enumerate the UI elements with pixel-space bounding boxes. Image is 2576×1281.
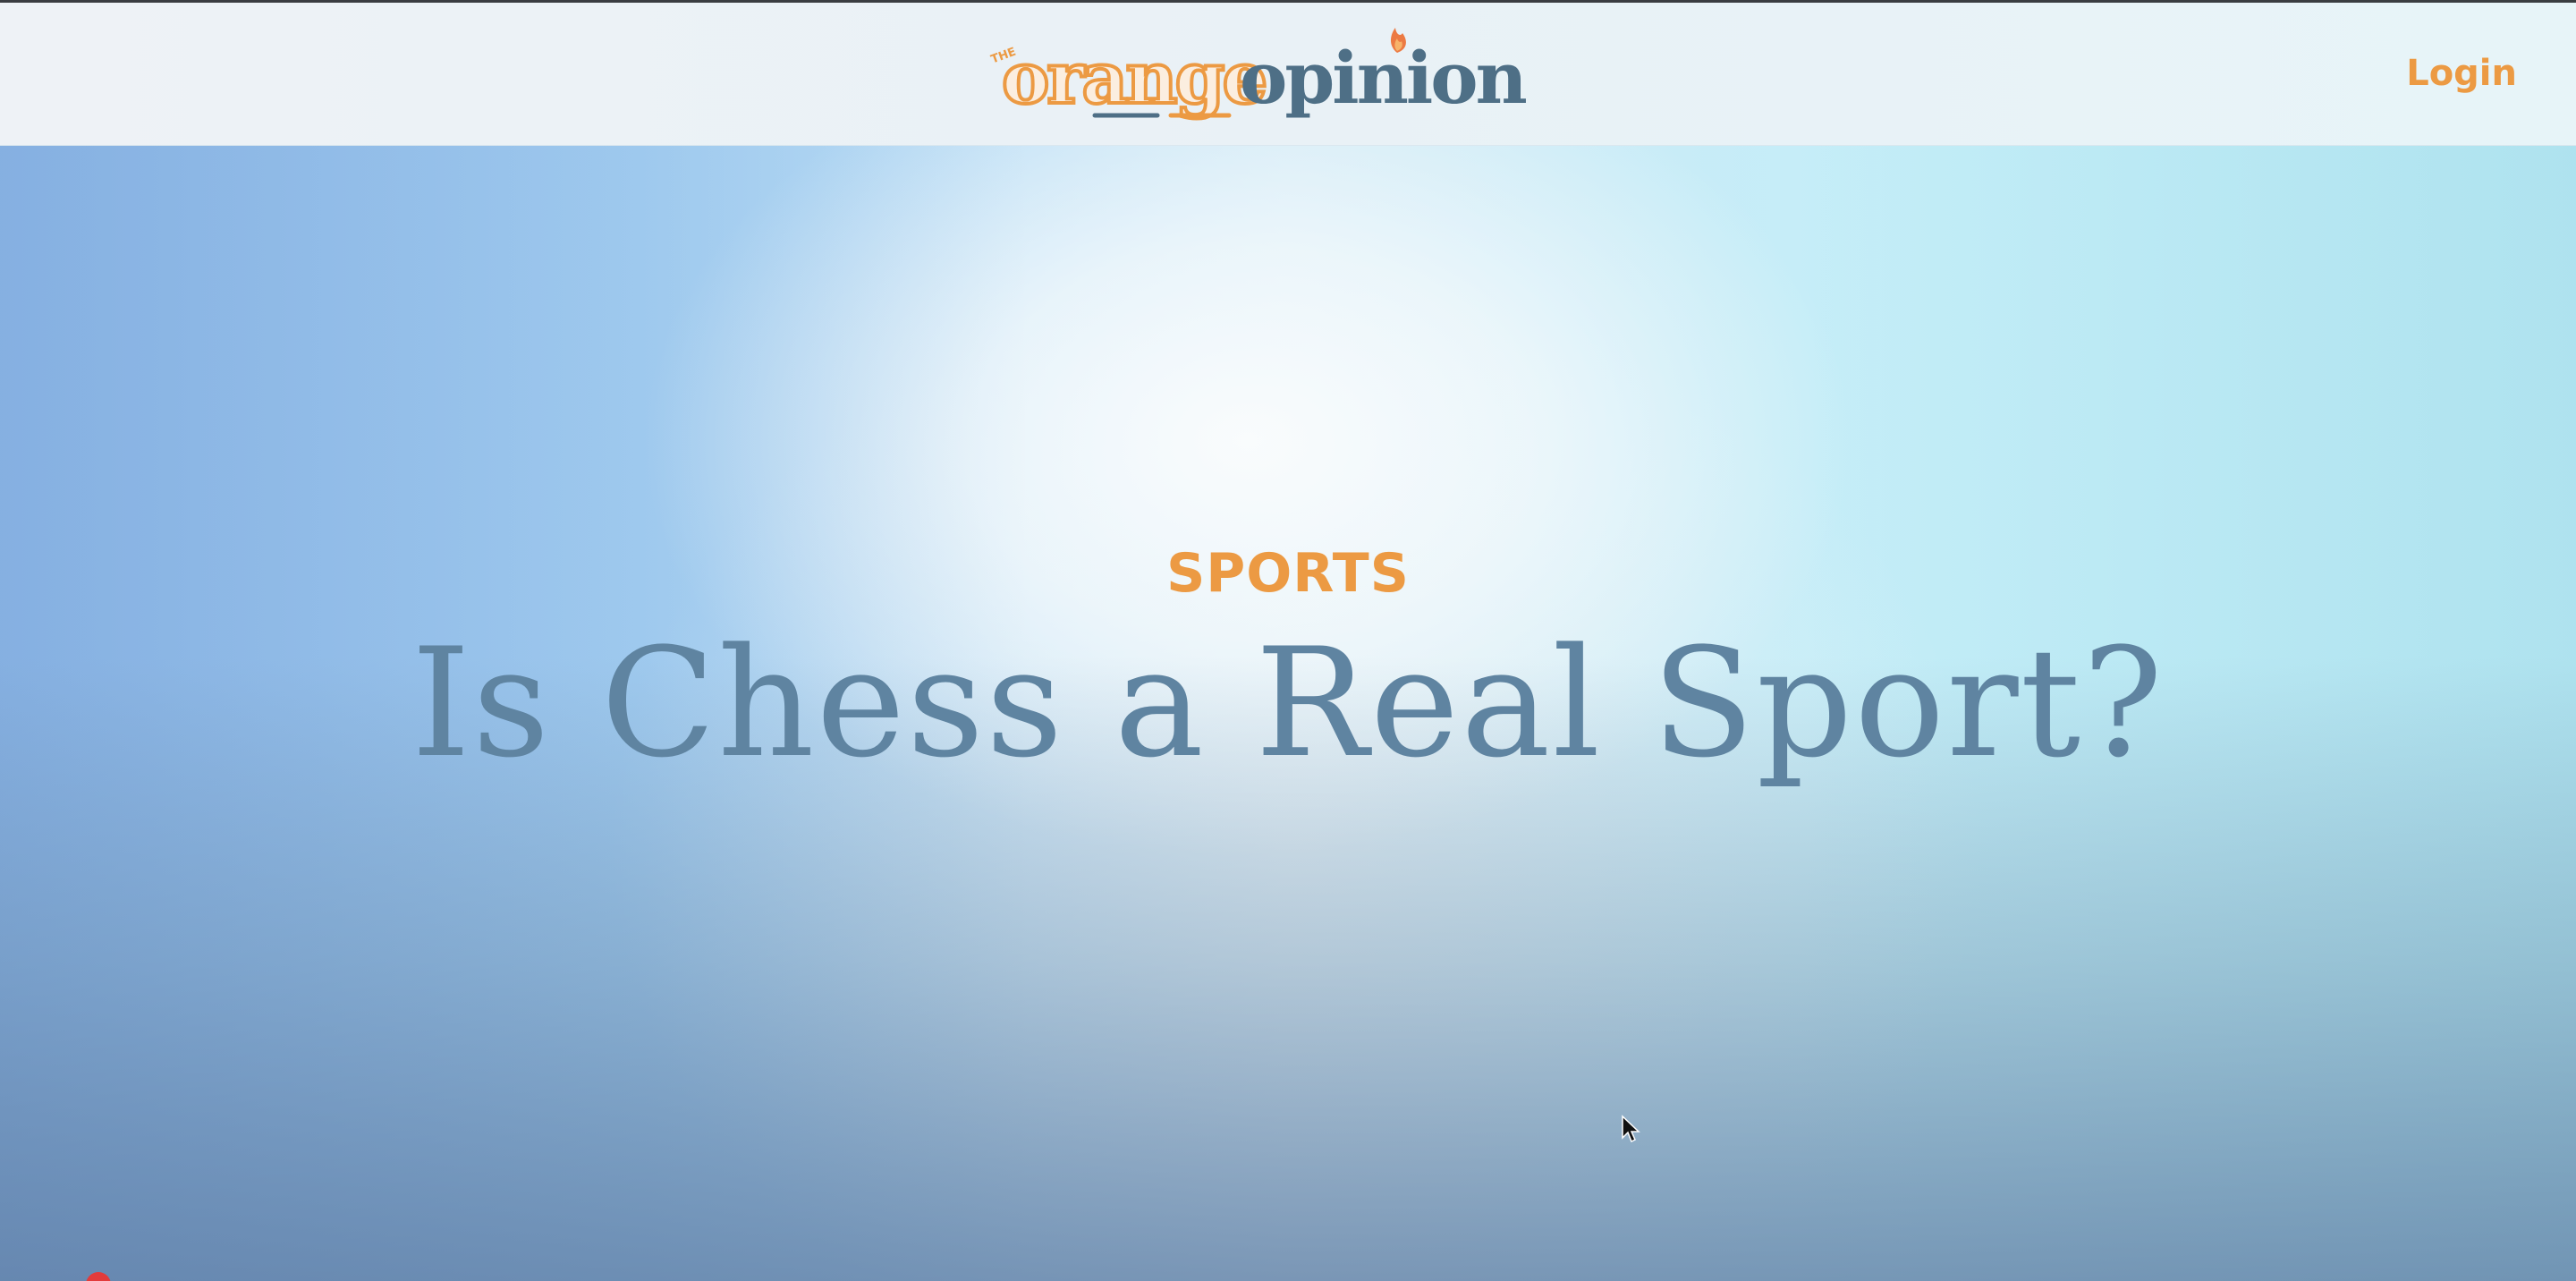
site-header: THE orange opinion Login <box>0 3 2576 146</box>
site-logo[interactable]: THE orange opinion <box>987 15 1530 131</box>
logo-word-orange: orange <box>1002 36 1265 120</box>
article-title: Is Chess a Real Sport? <box>411 615 2165 791</box>
login-link[interactable]: Login <box>2406 53 2517 94</box>
mouse-pointer-icon <box>1622 1115 1640 1143</box>
article-category[interactable]: SPORTS <box>0 542 2576 605</box>
logo-wordmark: THE orange opinion <box>989 28 1530 122</box>
logo-word-opinion: opinion <box>1240 36 1527 120</box>
